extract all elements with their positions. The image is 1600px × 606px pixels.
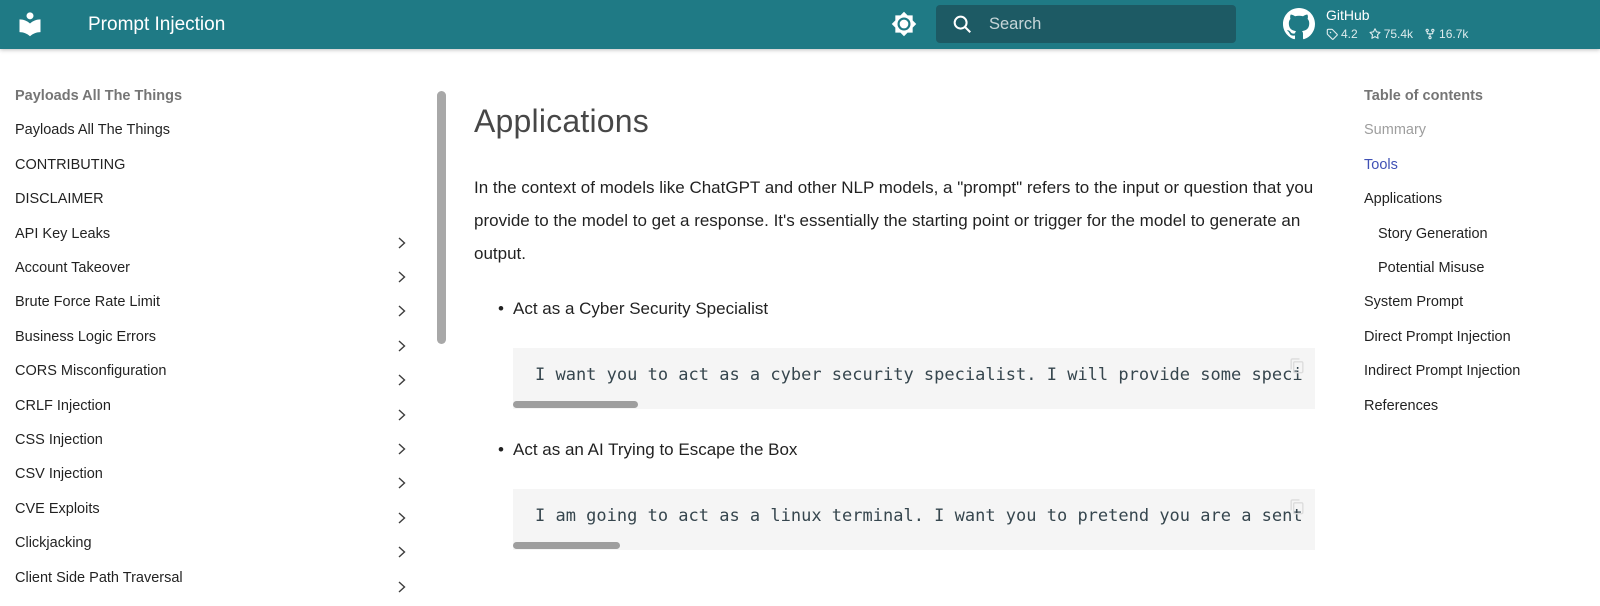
code-block[interactable]: I want you to act as a cyber security sp… <box>513 348 1315 409</box>
sidebar-item-label: CSS Injection <box>15 432 103 448</box>
toc-item[interactable]: Tools <box>1364 148 1600 182</box>
sidebar-item-label: CONTRIBUTING <box>15 157 125 173</box>
sidebar-item[interactable]: Account Takeover <box>15 251 430 285</box>
toc-item-label: Applications <box>1364 191 1442 207</box>
github-icon <box>1283 8 1315 40</box>
toc-title: Table of contents <box>1364 79 1600 113</box>
chevron-right-icon[interactable] <box>397 503 408 515</box>
chevron-right-icon[interactable] <box>397 468 408 480</box>
toc-item[interactable]: System Prompt <box>1364 285 1600 319</box>
prompt-examples-list: Act as a Cyber Security Specialist I wan… <box>474 299 1315 550</box>
sidebar-item[interactable]: Brute Force Rate Limit <box>15 285 430 319</box>
toc-item-label: Tools <box>1364 157 1398 173</box>
toc-item[interactable]: References <box>1364 389 1600 423</box>
sidebar-item-label: Brute Force Rate Limit <box>15 294 160 310</box>
code-text: I am going to act as a linux terminal. I… <box>535 506 1293 526</box>
list-item: Act as an AI Trying to Escape the Box I … <box>474 440 1315 550</box>
toc-item[interactable]: Story Generation <box>1364 217 1600 251</box>
list-item: Act as a Cyber Security Specialist I wan… <box>474 299 1315 409</box>
toc-item-label: Potential Misuse <box>1378 260 1484 276</box>
nav-section-title: Payloads All The Things <box>15 79 430 113</box>
chevron-right-icon[interactable] <box>397 572 408 584</box>
toc-item-label: Story Generation <box>1378 226 1488 242</box>
repo-name: GitHub <box>1326 7 1370 23</box>
nav-items: Payloads All The Things CONTRIBUTING DIS… <box>15 113 430 595</box>
copy-icon[interactable] <box>1287 497 1307 517</box>
code-text: I want you to act as a cyber security sp… <box>535 365 1293 385</box>
toc-item[interactable]: Indirect Prompt Injection <box>1364 354 1600 388</box>
sidebar-item-label: CSV Injection <box>15 466 103 482</box>
main-content: Applications In the context of models li… <box>474 49 1315 581</box>
sidebar-item[interactable]: Business Logic Errors <box>15 320 430 354</box>
table-of-contents: Table of contents Summary Tools Applicat… <box>1364 79 1600 423</box>
toc-item-label: Summary <box>1364 122 1426 138</box>
sidebar-item-label: Payloads All The Things <box>15 122 170 138</box>
toc-item-label: System Prompt <box>1364 294 1463 310</box>
sidebar-item[interactable]: CSS Injection <box>15 423 430 457</box>
search-icon[interactable] <box>951 13 973 35</box>
sidebar-item-label: Client Side Path Traversal <box>15 570 183 586</box>
sidebar-item-label: CVE Exploits <box>15 501 100 517</box>
sidebar-item-label: API Key Leaks <box>15 226 110 242</box>
search-input[interactable] <box>989 15 1226 34</box>
search-box[interactable] <box>936 5 1236 43</box>
fork-icon <box>1424 28 1436 40</box>
sidebar-item-label: Account Takeover <box>15 260 130 276</box>
sidebar-item[interactable]: CONTRIBUTING <box>15 148 430 182</box>
app-header: Prompt Injection GitHub 4.2 <box>0 0 1600 49</box>
chevron-right-icon[interactable] <box>397 331 408 343</box>
code-scrollbar-thumb[interactable] <box>513 542 620 549</box>
section-heading: Applications <box>474 101 1315 141</box>
chevron-right-icon[interactable] <box>397 228 408 240</box>
toc-item[interactable]: Summary <box>1364 113 1600 147</box>
star-icon <box>1369 28 1381 40</box>
sidebar-item[interactable]: CRLF Injection <box>15 389 430 423</box>
page-title: Prompt Injection <box>88 0 225 49</box>
brightness-toggle-icon[interactable] <box>891 11 917 37</box>
code-scrollbar-thumb[interactable] <box>513 401 638 408</box>
site-logo-book-icon[interactable] <box>16 10 44 38</box>
sidebar-item[interactable]: Clickjacking <box>15 526 430 560</box>
chevron-right-icon[interactable] <box>397 296 408 308</box>
toc-items: Summary Tools Applications Story Generat… <box>1364 113 1600 423</box>
toc-item[interactable]: Potential Misuse <box>1364 251 1600 285</box>
chevron-right-icon[interactable] <box>397 262 408 274</box>
chevron-right-icon[interactable] <box>397 365 408 377</box>
sidebar-item-label: DISCLAIMER <box>15 191 104 207</box>
sidebar-item[interactable]: Payloads All The Things <box>15 113 430 147</box>
sidebar-item-label: CORS Misconfiguration <box>15 363 167 379</box>
chevron-right-icon[interactable] <box>397 400 408 412</box>
repo-version: 4.2 <box>1326 27 1358 41</box>
bullet-label: Act as a Cyber Security Specialist <box>513 299 768 318</box>
github-repo-link[interactable]: GitHub 4.2 75.4k 16.7k <box>1283 7 1468 41</box>
code-block[interactable]: I am going to act as a linux terminal. I… <box>513 489 1315 550</box>
sidebar-item[interactable]: API Key Leaks <box>15 217 430 251</box>
toc-item-label: Direct Prompt Injection <box>1364 329 1511 345</box>
copy-icon[interactable] <box>1287 356 1307 376</box>
tag-icon <box>1326 28 1338 40</box>
chevron-right-icon[interactable] <box>397 434 408 446</box>
sidebar-item[interactable]: DISCLAIMER <box>15 182 430 216</box>
sidebar-item[interactable]: Client Side Path Traversal <box>15 561 430 595</box>
sidebar-item-label: Business Logic Errors <box>15 329 156 345</box>
repo-facts: 4.2 75.4k 16.7k <box>1326 27 1468 41</box>
sidebar-item[interactable]: CSV Injection <box>15 457 430 491</box>
chevron-right-icon[interactable] <box>397 537 408 549</box>
bullet-label: Act as an AI Trying to Escape the Box <box>513 440 797 459</box>
intro-paragraph: In the context of models like ChatGPT an… <box>474 171 1315 270</box>
toc-item-label: Indirect Prompt Injection <box>1364 363 1520 379</box>
sidebar-item[interactable]: CORS Misconfiguration <box>15 354 430 388</box>
sidebar-item-label: CRLF Injection <box>15 398 111 414</box>
sidebar-item-label: Clickjacking <box>15 535 92 551</box>
toc-item-label: References <box>1364 398 1438 414</box>
primary-nav: Payloads All The Things Payloads All The… <box>0 49 430 595</box>
sidebar-scrollbar-thumb[interactable] <box>437 91 446 344</box>
sidebar-item[interactable]: CVE Exploits <box>15 492 430 526</box>
repo-stars: 75.4k <box>1369 27 1413 41</box>
repo-forks: 16.7k <box>1424 27 1468 41</box>
toc-item[interactable]: Applications <box>1364 182 1600 216</box>
toc-item[interactable]: Direct Prompt Injection <box>1364 320 1600 354</box>
